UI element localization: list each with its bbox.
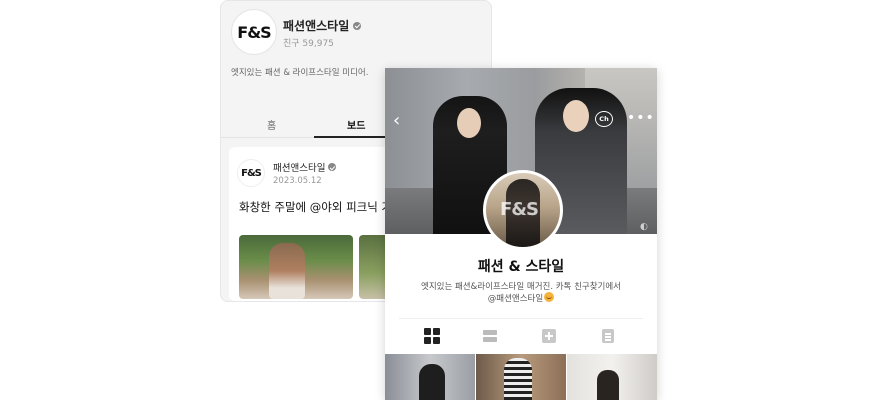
grid-photo-figure xyxy=(597,370,619,400)
channel-logo: F&S xyxy=(237,22,271,42)
post-image[interactable] xyxy=(239,235,353,299)
profile-avatar[interactable]: F&S xyxy=(483,170,563,250)
post-author-row: 패션앤스타일 xyxy=(273,160,337,174)
post-author-avatar[interactable]: F&S xyxy=(237,159,265,187)
grid-photo[interactable] xyxy=(567,354,657,400)
post-image-figure xyxy=(269,243,305,299)
channel-friends-count: 친구 59,975 xyxy=(283,39,334,49)
grid-photo[interactable] xyxy=(476,354,566,400)
grid-photo[interactable] xyxy=(385,354,475,400)
more-icon[interactable]: ••• xyxy=(627,110,655,126)
chat-icon-label: Ch xyxy=(599,115,609,123)
profile-card: ◐ ‹ Ch ••• F&S 패션 & 스타일 엣지있는 패션&라이프스타일 매… xyxy=(385,68,657,400)
tab-active-indicator xyxy=(314,136,394,138)
add-post-icon[interactable] xyxy=(542,329,556,343)
post-date: 2023.05.12 xyxy=(273,176,322,186)
profile-handle: @패션앤스타일 xyxy=(487,294,544,304)
post-title[interactable]: 화창한 주말에 @야외 피크닉 가 xyxy=(239,199,392,215)
grid-photo-figure xyxy=(504,358,532,400)
verified-badge-icon xyxy=(353,21,362,30)
profile-divider xyxy=(399,318,643,319)
cover-person-face xyxy=(563,100,589,132)
channel-name-row: 패션앤스타일 xyxy=(283,17,362,34)
list-view-icon[interactable] xyxy=(483,330,499,346)
smiling-face-with-hearts-emoji xyxy=(544,292,555,302)
profile-description-line1: 엣지있는 패션&라이프스타일 매거진. 카톡 친구찾기에서 xyxy=(421,282,621,292)
channel-description: 엣지있는 패션 & 라이프스타일 미디어. xyxy=(231,68,369,78)
cover-person-face xyxy=(457,108,481,138)
profile-name: 패션 & 스타일 xyxy=(477,259,565,275)
cover-watermark: ◐ xyxy=(640,222,648,232)
document-icon[interactable] xyxy=(602,329,614,343)
verified-badge-icon xyxy=(328,163,337,171)
grid-photo-figure xyxy=(419,364,445,400)
post-author: 패션앤스타일 xyxy=(273,163,326,174)
tab-home[interactable]: 홈 xyxy=(267,117,276,132)
channel-name: 패션앤스타일 xyxy=(283,19,350,33)
photo-grid xyxy=(385,354,657,400)
post-author-logo: F&S xyxy=(241,167,262,179)
profile-avatar-logo: F&S xyxy=(500,199,539,220)
grid-view-icon[interactable] xyxy=(424,328,440,344)
tab-board[interactable]: 보드 xyxy=(347,117,365,132)
profile-description-line2: @패션앤스타일 xyxy=(385,292,657,304)
chevron-left-icon[interactable]: ‹ xyxy=(393,112,400,130)
kakao-channel-icon[interactable]: Ch xyxy=(595,111,613,127)
channel-avatar[interactable]: F&S xyxy=(231,9,277,55)
